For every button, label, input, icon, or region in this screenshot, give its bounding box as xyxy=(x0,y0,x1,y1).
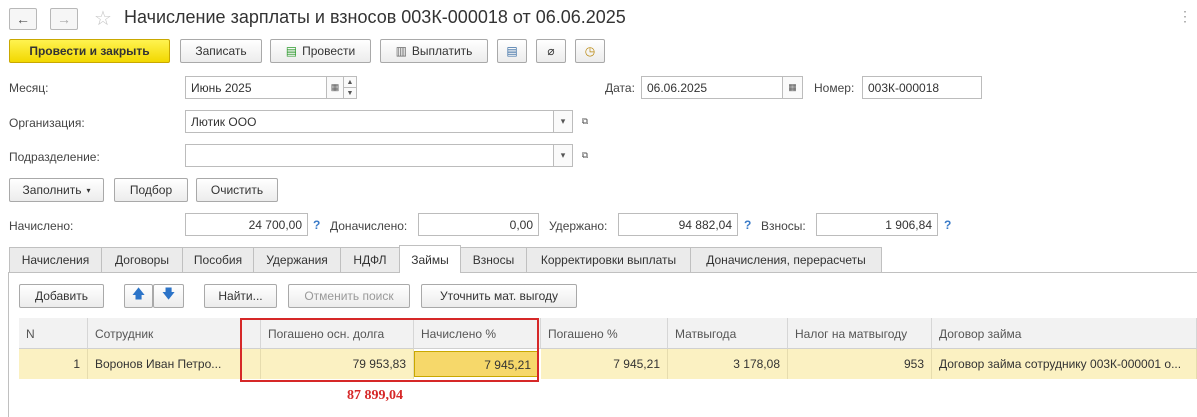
table-cell-benefit[interactable]: 3 178,08 xyxy=(668,349,788,379)
post-and-close-button[interactable]: Провести и закрыть xyxy=(9,39,170,63)
organization-label: Организация: xyxy=(9,116,85,130)
month-label: Месяц: xyxy=(9,81,49,95)
column-header[interactable]: Налог на матвыгоду xyxy=(788,318,932,349)
table-cell-contract[interactable]: Договор займа сотруднику 003К-000001 о..… xyxy=(932,349,1197,379)
calendar-button[interactable]: ▦ xyxy=(326,76,344,99)
move-up-button[interactable]: 🡅 xyxy=(124,284,153,308)
month-field[interactable]: Июнь 2025 xyxy=(185,76,327,99)
open-link-icon: ⧉ xyxy=(581,116,589,126)
column-header[interactable]: Сотрудник xyxy=(88,318,261,349)
column-header[interactable]: N xyxy=(19,318,88,349)
organization-field[interactable]: Лютик ООО xyxy=(185,110,554,133)
withheld-label: Удержано: xyxy=(549,219,608,233)
sum-annotation: 87 899,04 xyxy=(347,388,403,403)
organization-dropdown-button[interactable]: ▾ xyxy=(553,110,573,133)
paperclip-icon: ⌀ xyxy=(547,44,555,58)
post-button[interactable]: ▤ Провести xyxy=(270,39,371,63)
cancel-search-button[interactable]: Отменить поиск xyxy=(288,284,410,308)
window-title: Начисление зарплаты и взносов 003К-00001… xyxy=(124,7,626,27)
document-icon: ▥ xyxy=(395,44,407,58)
clear-button[interactable]: Очистить xyxy=(196,178,278,202)
arrow-up-icon: 🡅 xyxy=(131,286,146,301)
forward-button[interactable]: → xyxy=(50,8,78,30)
date-field[interactable]: 06.06.2025 xyxy=(641,76,783,99)
fill-button-label: Заполнить xyxy=(22,183,82,197)
accrued-label: Начислено: xyxy=(9,219,74,233)
tab-recalculations[interactable]: Доначисления, перерасчеты xyxy=(690,247,882,272)
table-cell-benefit-tax[interactable]: 953 xyxy=(788,349,932,379)
accrued-help-icon[interactable]: ? xyxy=(313,218,320,232)
contributions-help-icon[interactable]: ? xyxy=(944,218,951,232)
tab-loans[interactable]: Займы xyxy=(399,245,461,273)
caret-down-icon: ▼ xyxy=(346,89,354,97)
extra-accrued-field: 0,00 xyxy=(418,213,539,236)
pay-button-label: Выплатить xyxy=(411,44,473,58)
date-calendar-button[interactable]: ▦ xyxy=(782,76,803,99)
tab-contracts[interactable]: Договоры xyxy=(101,247,183,272)
list-icon: ▤ xyxy=(506,44,518,58)
department-open-button[interactable]: ⧉ xyxy=(575,144,595,167)
more-icon[interactable]: ⋮ xyxy=(1178,8,1192,25)
add-button[interactable]: Добавить xyxy=(19,284,104,308)
arrow-left-icon: ← xyxy=(16,11,30,27)
pick-button[interactable]: Подбор xyxy=(114,178,188,202)
open-link-icon: ⧉ xyxy=(581,150,589,160)
department-dropdown-button[interactable]: ▾ xyxy=(553,144,573,167)
post-button-label: Провести xyxy=(302,44,356,58)
tab-contributions[interactable]: Взносы xyxy=(460,247,527,272)
column-header[interactable]: Погашено % xyxy=(541,318,668,349)
contributions-field: 1 906,84 xyxy=(816,213,938,236)
number-field[interactable]: 003К-000018 xyxy=(862,76,982,99)
highlight-frame xyxy=(240,318,539,382)
department-field[interactable] xyxy=(185,144,554,167)
table-cell-interest-paid[interactable]: 7 945,21 xyxy=(541,349,668,379)
history-button[interactable]: ◷ xyxy=(575,39,605,63)
column-header[interactable]: Договор займа xyxy=(932,318,1197,349)
move-down-button[interactable]: 🡇 xyxy=(153,284,184,308)
back-button[interactable]: ← xyxy=(9,8,37,30)
tab-payment-adjustments[interactable]: Корректировки выплаты xyxy=(526,247,691,272)
calendar-icon: ▦ xyxy=(330,82,340,92)
arrow-down-icon: 🡇 xyxy=(161,286,176,301)
tab-ndfl[interactable]: НДФЛ xyxy=(340,247,400,272)
report-button[interactable]: ▤ xyxy=(497,39,527,63)
clock-document-icon: ◷ xyxy=(584,44,596,58)
find-button[interactable]: Найти... xyxy=(204,284,277,308)
contributions-label: Взносы: xyxy=(761,219,806,233)
column-header[interactable]: Матвыгода xyxy=(668,318,788,349)
fill-button[interactable]: Заполнить ▾ xyxy=(9,178,104,202)
withheld-help-icon[interactable]: ? xyxy=(744,218,751,232)
department-label: Подразделение: xyxy=(9,150,100,164)
table-cell-n[interactable]: 1 xyxy=(19,349,88,379)
caret-up-icon: ▲ xyxy=(346,78,354,86)
post-icon: ▤ xyxy=(285,44,298,58)
extra-accrued-label: Доначислено: xyxy=(330,219,408,233)
calendar-icon: ▦ xyxy=(788,82,797,92)
refine-benefit-button[interactable]: Уточнить мат. выгоду xyxy=(421,284,577,308)
attach-button[interactable]: ⌀ xyxy=(536,39,566,63)
number-label: Номер: xyxy=(814,81,855,95)
month-down-button[interactable]: ▼ xyxy=(343,87,357,99)
tab-accruals[interactable]: Начисления xyxy=(9,247,102,272)
date-label: Дата: xyxy=(605,81,635,95)
chevron-down-icon: ▾ xyxy=(86,185,91,195)
organization-open-button[interactable]: ⧉ xyxy=(575,110,595,133)
accrued-field: 24 700,00 xyxy=(185,213,308,236)
tab-deductions[interactable]: Удержания xyxy=(253,247,341,272)
tab-benefits[interactable]: Пособия xyxy=(182,247,254,272)
arrow-right-icon: → xyxy=(57,11,71,27)
pay-button[interactable]: ▥ Выплатить xyxy=(380,39,488,63)
save-button[interactable]: Записать xyxy=(180,39,262,63)
favorite-star-icon[interactable]: ☆ xyxy=(94,6,112,31)
chevron-down-icon: ▾ xyxy=(560,150,566,160)
table-cell-employee[interactable]: Воронов Иван Петро... xyxy=(88,349,261,379)
withheld-field: 94 882,04 xyxy=(618,213,738,236)
chevron-down-icon: ▾ xyxy=(560,116,566,126)
